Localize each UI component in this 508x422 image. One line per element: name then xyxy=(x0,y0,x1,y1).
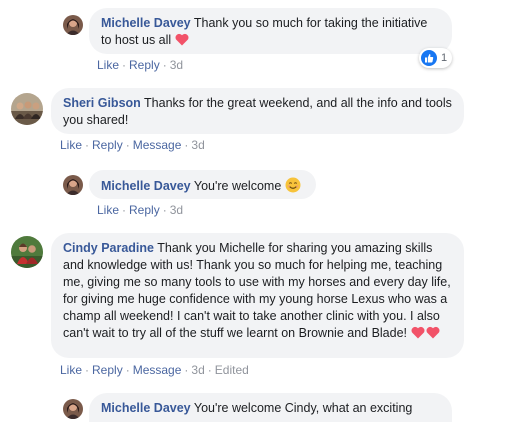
reply-link[interactable]: Reply xyxy=(129,203,160,217)
timestamp[interactable]: 3d xyxy=(170,203,183,217)
comment-actions: Like · Reply · Message · 3d xyxy=(60,138,205,152)
comment-actions: Like · Reply · 3d xyxy=(97,58,184,72)
reaction-count: 1 xyxy=(441,52,448,64)
heart-icon xyxy=(175,33,189,51)
message-link[interactable]: Message xyxy=(133,363,182,377)
like-link[interactable]: Like xyxy=(97,203,119,217)
like-link[interactable]: Like xyxy=(60,138,82,152)
comment-bubble: Michelle Davey You're welcome xyxy=(89,170,316,199)
comment-text: You're welcome Cindy, what an exciting xyxy=(193,401,413,415)
two-hearts-icon xyxy=(411,326,441,344)
like-icon xyxy=(421,50,437,66)
reply-link[interactable]: Reply xyxy=(92,138,123,152)
avatar[interactable] xyxy=(11,236,43,268)
comment-bubble: Michelle Davey Thank you so much for tak… xyxy=(89,8,452,54)
comment-actions: Like · Reply · 3d xyxy=(97,203,184,217)
comment-text: Thank you Michelle for sharing you amazi… xyxy=(63,241,451,340)
author-name[interactable]: Michelle Davey xyxy=(101,16,191,30)
avatar[interactable] xyxy=(63,399,83,419)
smile-icon xyxy=(285,177,301,198)
author-name[interactable]: Sheri Gibson xyxy=(63,96,141,110)
message-link[interactable]: Message xyxy=(133,138,182,152)
avatar[interactable] xyxy=(63,175,83,195)
avatar[interactable] xyxy=(63,15,83,35)
comment-bubble: Cindy Paradine Thank you Michelle for sh… xyxy=(51,233,464,358)
like-link[interactable]: Like xyxy=(97,58,119,72)
comment-bubble: Michelle Davey You're welcome Cindy, wha… xyxy=(89,393,452,422)
comment-actions: Like · Reply · Message · 3d · Edited xyxy=(60,363,249,377)
edited-label[interactable]: Edited xyxy=(215,363,249,377)
author-name[interactable]: Michelle Davey xyxy=(101,401,191,415)
reply-link[interactable]: Reply xyxy=(92,363,123,377)
comment-text: You're welcome xyxy=(193,179,282,193)
timestamp[interactable]: 3d xyxy=(191,138,204,152)
timestamp[interactable]: 3d xyxy=(170,58,183,72)
like-link[interactable]: Like xyxy=(60,363,82,377)
author-name[interactable]: Michelle Davey xyxy=(101,179,191,193)
comment-bubble: Sheri Gibson Thanks for the great weeken… xyxy=(51,88,464,134)
reaction-summary[interactable]: 1 xyxy=(419,48,453,68)
author-name[interactable]: Cindy Paradine xyxy=(63,241,154,255)
avatar[interactable] xyxy=(11,93,43,125)
timestamp[interactable]: 3d xyxy=(191,363,204,377)
reply-link[interactable]: Reply xyxy=(129,58,160,72)
